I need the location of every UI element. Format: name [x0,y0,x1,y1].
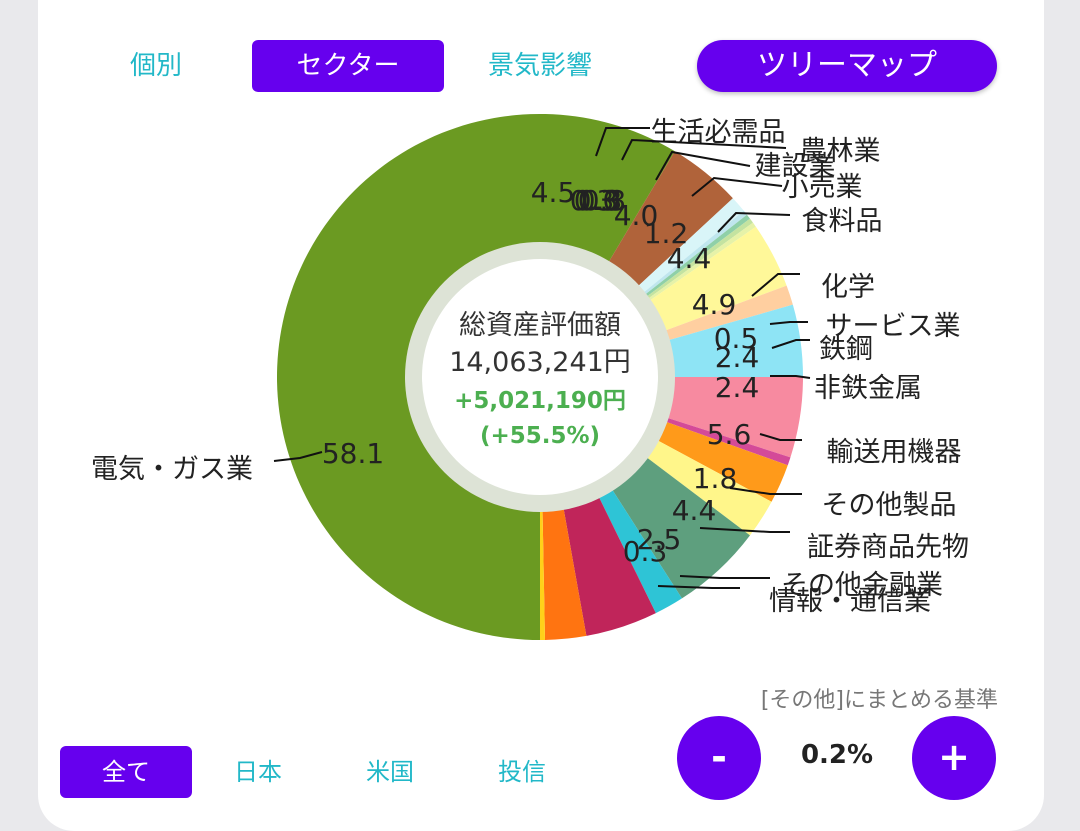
slice-category-label: 情報・通信業 [769,586,931,617]
slice-category-label: その他製品 [822,490,957,521]
filter-japan[interactable]: 日本 [212,746,304,798]
threshold-plus-button[interactable]: + [912,716,996,800]
slice-value-label: 5.6 [707,418,752,451]
slice-category-label: 輸送用機器 [827,437,962,468]
total-assets-label: 総資産評価額 [459,310,621,341]
slice-value-label: 4.5 [531,176,576,209]
threshold-value: 0.2% [800,740,874,770]
slice-value-label: 58.1 [322,437,384,470]
slice-category-label: 非鉄金属 [814,373,922,404]
gain-amount: +5,021,190円 [454,388,626,414]
slice-value-label: 1.8 [693,462,738,495]
filter-us[interactable]: 米国 [344,746,436,798]
slice-category-label: 生活必需品 [651,117,786,148]
filter-fund[interactable]: 投信 [476,746,568,798]
slice-category-label: 化学 [821,272,875,303]
slice-value-label: 2.4 [715,371,760,404]
slice-category-label: 鉄鋼 [819,334,873,365]
sector-donut-chart: 58.1電気・ガス業4.5 1.0生活必需品0.30.30.30.3農林業4.0建… [91,113,969,641]
filter-all[interactable]: 全て [60,746,192,798]
slice-value-label: 2.4 [715,341,760,374]
slice-value-label: 0.3 [623,535,668,568]
slice-category-label: 証券商品先物 [807,532,969,563]
threshold-minus-button[interactable]: - [677,716,761,800]
total-assets-value: 14,063,241円 [449,347,631,378]
slice-category-label: 電気・ガス業 [91,454,253,485]
slice-value-label: 4.4 [667,242,712,275]
gain-percent: (+55.5%) [480,423,600,449]
slice-category-label: 小売業 [782,172,863,203]
threshold-caption: [その他]にまとめる基準 [760,688,998,713]
slice-value-label: 4.9 [692,288,737,321]
slice-category-label: 食料品 [802,206,883,237]
